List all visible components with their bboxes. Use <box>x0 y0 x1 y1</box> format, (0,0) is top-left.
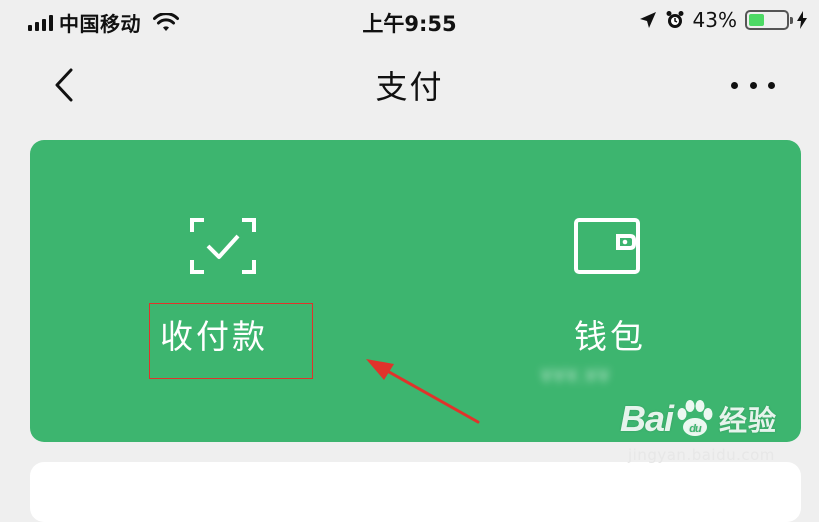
charging-icon <box>797 11 807 29</box>
battery-fill <box>749 14 764 26</box>
battery-icon <box>745 10 793 30</box>
alarm-icon <box>666 11 684 28</box>
receive-pay-button[interactable]: 收付款 <box>70 140 370 442</box>
more-button[interactable] <box>731 68 775 102</box>
lower-card <box>30 462 801 522</box>
wallet-button[interactable]: 钱包 ¥¥¥.¥¥ <box>450 140 750 442</box>
page-title: 支付 <box>375 68 444 106</box>
receive-pay-label: 收付款 <box>160 317 268 356</box>
status-bar: 中国移动 上午9:55 43% <box>0 0 819 44</box>
location-icon <box>639 12 656 28</box>
battery-percent: 43% <box>692 8 737 32</box>
wallet-label: 钱包 <box>574 317 646 356</box>
nav-bar: 支付 <box>0 44 819 126</box>
pay-card: 收付款 钱包 ¥¥¥.¥¥ <box>30 140 801 442</box>
wallet-balance: ¥¥¥.¥¥ <box>540 364 610 388</box>
status-right: 43% <box>639 8 807 32</box>
wallet-icon <box>574 218 640 274</box>
more-horizontal-icon <box>731 81 738 89</box>
scan-check-icon <box>190 218 256 274</box>
